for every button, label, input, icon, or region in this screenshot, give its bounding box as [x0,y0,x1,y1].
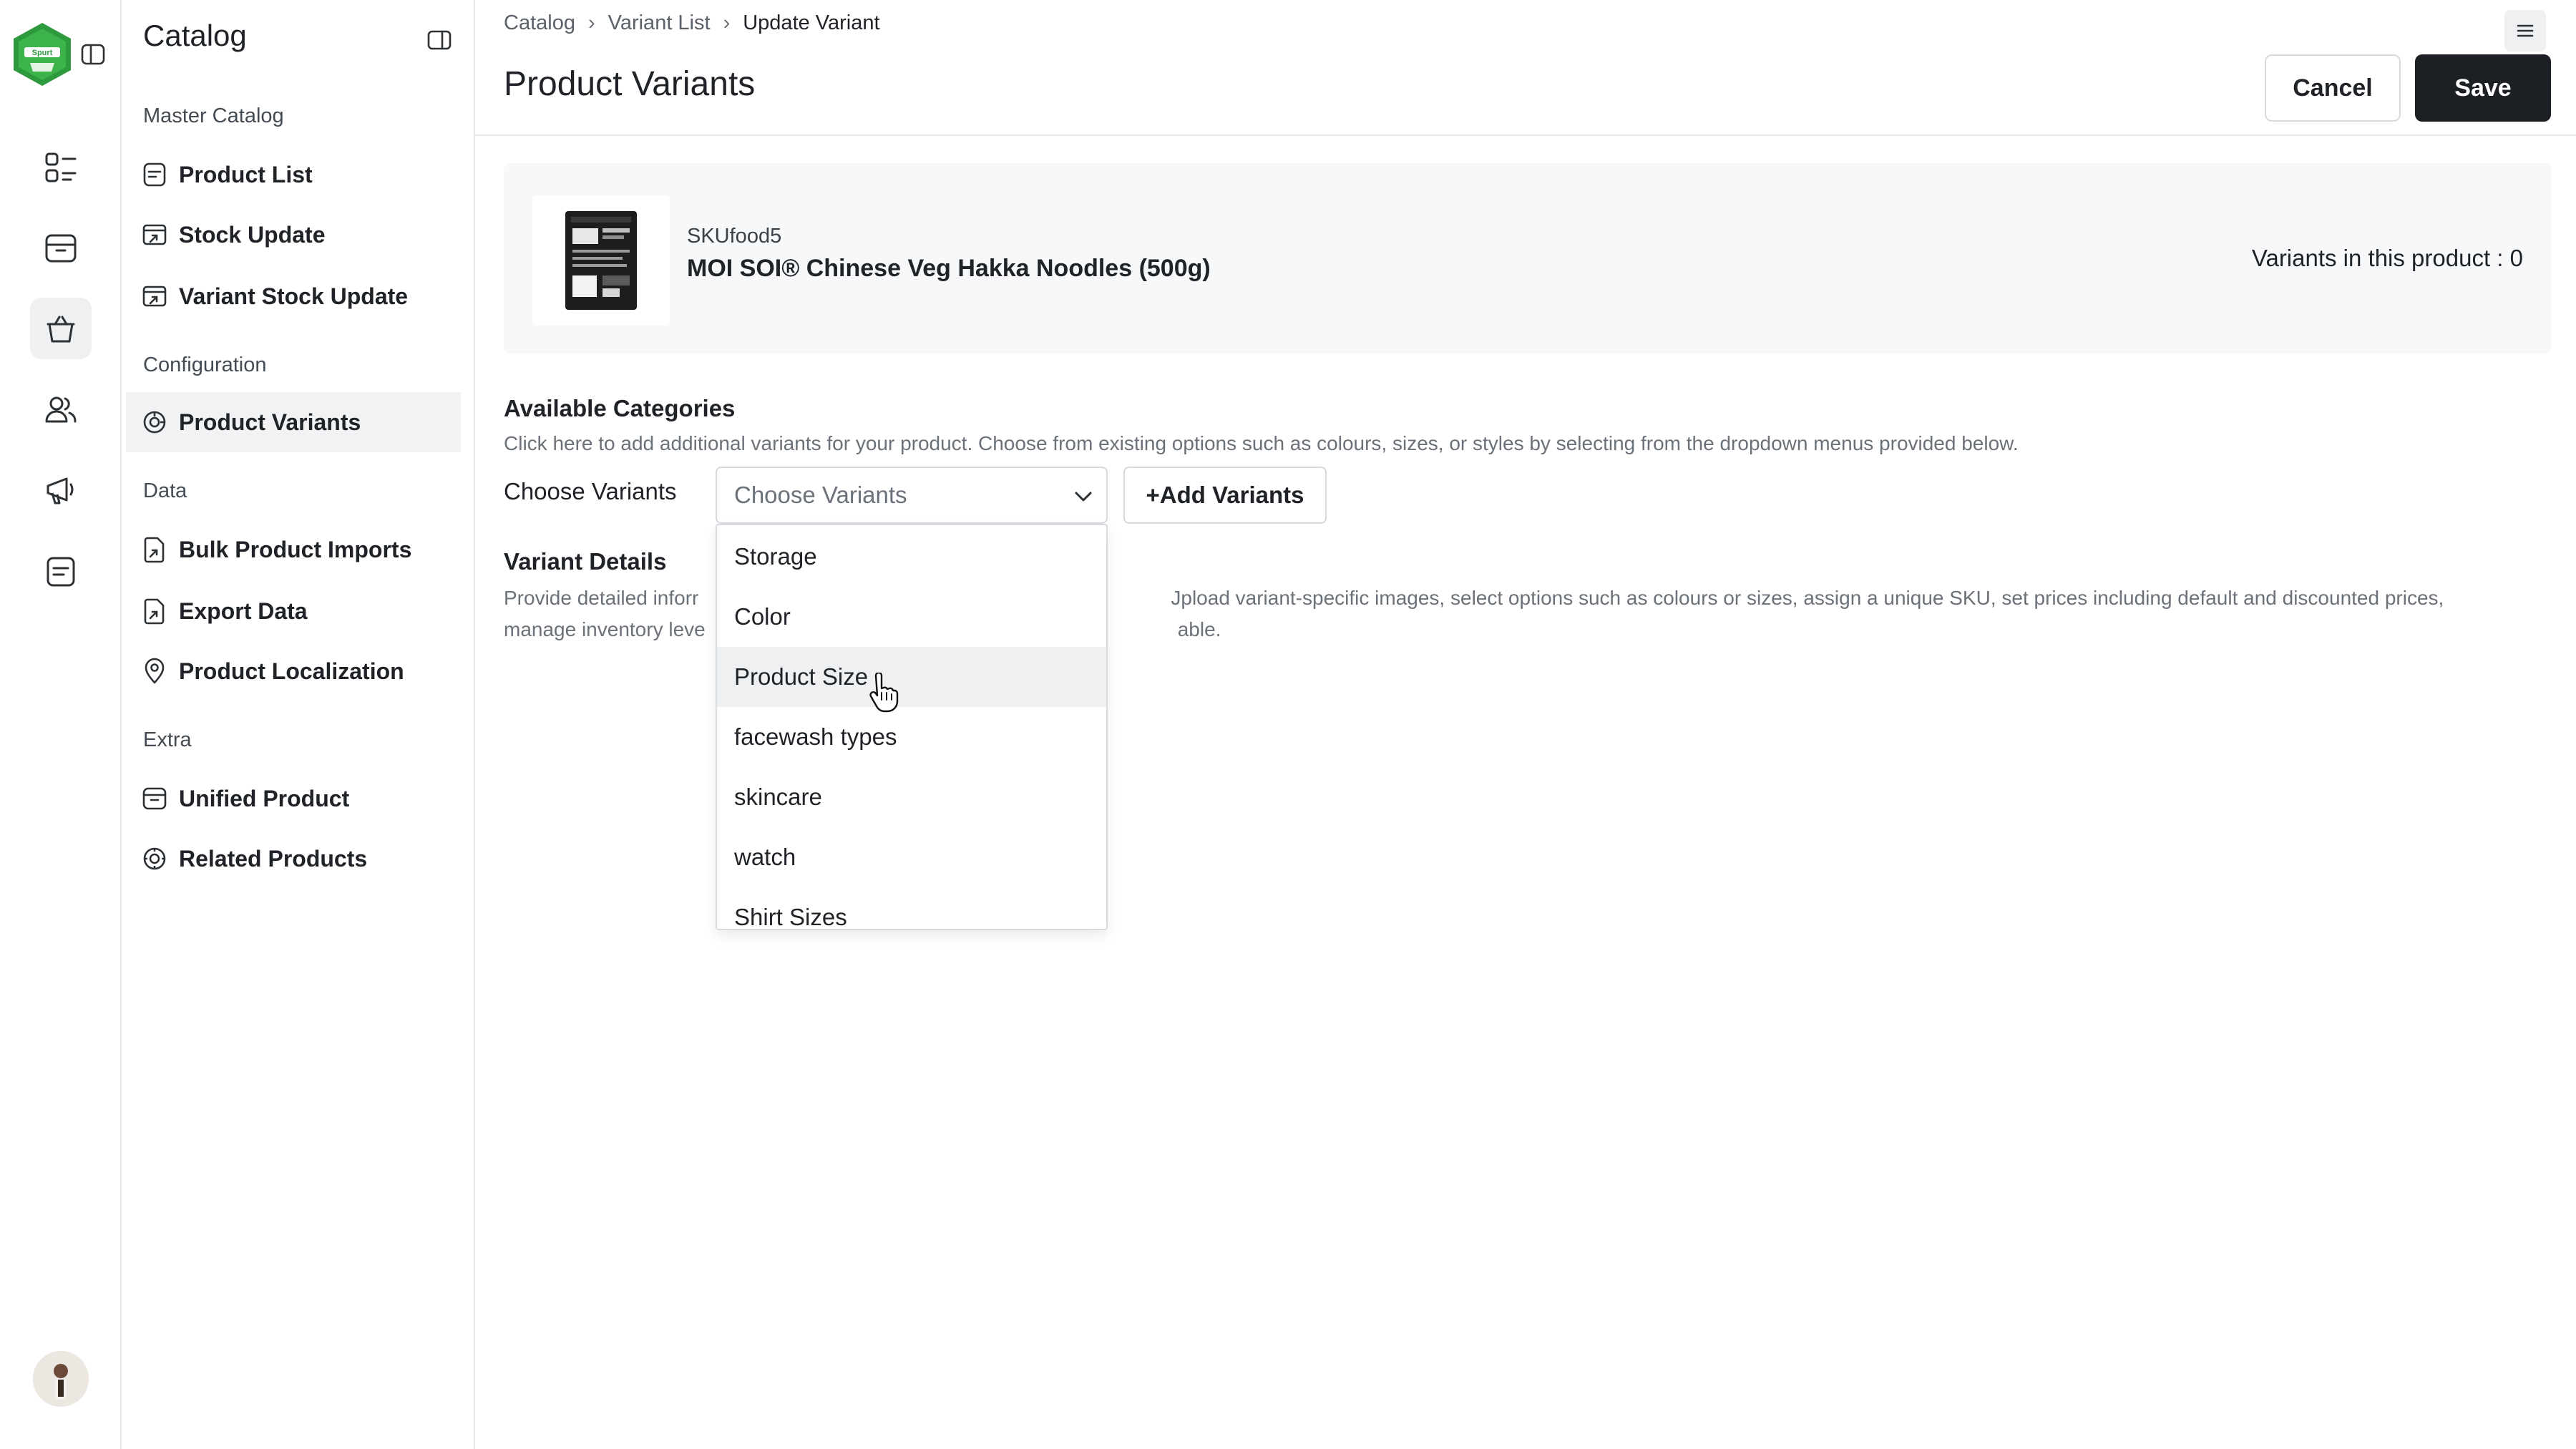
variants-count: Variants in this product : 0 [2251,245,2523,271]
hand-pointer-cursor-icon [869,673,899,713]
vd-line2-left: manage inventory leve [504,618,706,640]
export-icon [144,598,165,625]
dropdown-option-watch[interactable]: watch [717,827,1106,887]
available-categories-description: Click here to add additional variants fo… [504,432,2019,454]
variants-icon [143,411,166,434]
sidebar-item-label: Related Products [179,845,368,872]
customers-icon[interactable] [30,379,92,441]
section-extra: Extra [143,728,192,751]
marketing-megaphone-icon[interactable] [30,459,92,521]
main-content: Catalog › Variant List › Update Variant … [475,0,2576,1449]
spurt-logo[interactable]: Spurt [11,21,73,87]
dropdown-option-storage[interactable]: Storage [717,527,1106,587]
stock-update-icon [142,286,167,307]
dropdown-option-color[interactable]: Color [717,587,1106,647]
dashboard-icon[interactable] [30,137,92,199]
sidebar-item-variant-stock-update[interactable]: Variant Stock Update [140,266,475,326]
sidebar-item-product-localization[interactable]: Product Localization [140,641,475,701]
import-icon [144,537,165,563]
hamburger-menu-icon[interactable] [2504,10,2546,52]
sidebar-collapse-icon[interactable] [426,27,452,53]
sidebar-item-related-products[interactable]: Related Products [140,829,475,889]
sidebar-item-stock-update[interactable]: Stock Update [140,205,475,265]
vd-line2-right: able. [1177,618,1221,640]
select-placeholder: Choose Variants [734,482,907,508]
section-configuration: Configuration [143,353,267,376]
sidebar-title: Catalog [143,19,247,52]
vd-line1-right: Jpload variant-specific images, select o… [1171,587,2444,609]
box-icon [142,787,167,810]
section-data: Data [143,479,187,502]
reports-icon[interactable] [30,541,92,602]
svg-text:Spurt: Spurt [32,49,53,57]
location-pin-icon [145,658,165,684]
sidebar-item-product-variants[interactable]: Product Variants [126,392,461,452]
dropdown-option-facewash-types[interactable]: facewash types [717,707,1106,767]
sidebar-item-label: Product Variants [179,409,361,435]
panel-toggle-icon[interactable] [80,42,106,67]
dropdown-option-product-size[interactable]: Product Size [717,647,1106,707]
product-thumbnail [532,195,670,326]
sidebar-item-label: Bulk Product Imports [179,536,412,562]
section-master-catalog: Master Catalog [143,104,284,127]
list-icon [143,162,166,187]
choose-variants-select[interactable]: Choose Variants [716,467,1108,524]
breadcrumb-variant-list[interactable]: Variant List [608,11,711,35]
chevron-down-icon [1075,492,1092,502]
breadcrumb: Catalog › Variant List › Update Variant [504,11,880,35]
sidebar-item-unified-product[interactable]: Unified Product [140,769,475,829]
sidebar-item-bulk-product-imports[interactable]: Bulk Product Imports [140,519,475,580]
stock-update-icon [142,224,167,245]
chevron-right-icon: › [587,11,595,34]
available-categories-heading: Available Categories [504,395,736,421]
user-avatar[interactable] [33,1351,89,1407]
chevron-right-icon: › [723,11,731,34]
breadcrumb-catalog[interactable]: Catalog [504,11,575,35]
cancel-button[interactable]: Cancel [2265,54,2401,122]
sidebar-item-label: Product Localization [179,658,404,684]
add-variants-button[interactable]: +Add Variants [1123,467,1327,524]
sidebar-item-label: Stock Update [179,221,326,248]
vd-line1-left: Provide detailed inforr [504,587,699,609]
dropdown-option-shirt-sizes[interactable]: Shirt Sizes [717,887,1106,929]
save-button[interactable]: Save [2415,54,2551,122]
catalog-bag-icon[interactable] [30,298,92,359]
related-icon [143,847,166,870]
variant-details-heading: Variant Details [504,548,667,575]
product-name: MOI SOI® Chinese Veg Hakka Noodles (500g… [687,255,1211,282]
sidebar-item-product-list[interactable]: Product List [140,145,475,205]
sidebar-item-label: Product List [179,161,313,187]
product-summary-card: SKUfood5 MOI SOI® Chinese Veg Hakka Nood… [504,163,2552,353]
dropdown-option-skincare[interactable]: skincare [717,767,1106,827]
catalog-sidebar: Catalog Master Catalog Product List Stoc… [122,0,475,1449]
choose-variants-label: Choose Variants [504,478,677,504]
sidebar-item-export-data[interactable]: Export Data [140,581,475,641]
orders-icon[interactable] [30,218,92,279]
breadcrumb-current: Update Variant [743,11,880,34]
icon-rail: Spurt [0,0,122,1449]
sidebar-item-label: Variant Stock Update [179,283,409,309]
product-sku: SKUfood5 [687,225,782,248]
page-header: Catalog › Variant List › Update Variant … [475,0,2576,136]
page-title: Product Variants [504,65,756,103]
variants-dropdown-menu: Storage Color Product Size facewash type… [716,524,1108,930]
sidebar-item-label: Unified Product [179,785,350,811]
sidebar-item-label: Export Data [179,597,308,624]
